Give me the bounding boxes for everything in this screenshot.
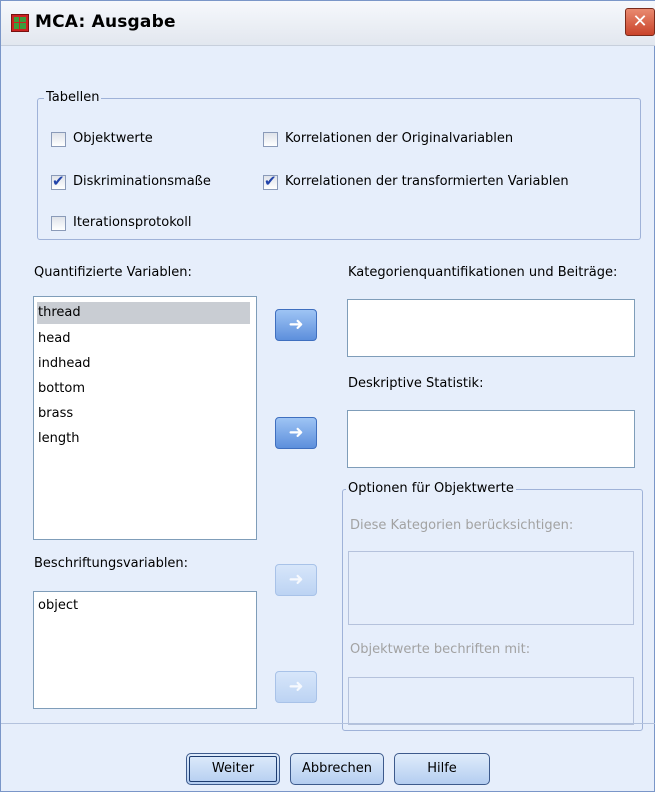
object-scores-label: Objektwerte [73, 131, 153, 146]
iteration-history-checkbox[interactable] [51, 216, 66, 231]
discrimination-measures-label: Diskriminationsmaße [73, 174, 211, 189]
move-to-descriptive-statistics-button[interactable]: ➜ [275, 417, 317, 449]
continue-button[interactable]: Weiter [186, 753, 280, 785]
list-item[interactable]: thread [37, 302, 250, 324]
category-quantifications-list[interactable] [347, 299, 635, 357]
labeling-variables-list[interactable]: object [33, 591, 257, 709]
original-correlations-label: Korrelationen der Originalvariablen [285, 131, 514, 146]
label-object-scores-by-list[interactable] [348, 677, 634, 725]
help-button[interactable]: Hilfe [394, 753, 490, 785]
app-icon [11, 14, 29, 32]
close-button[interactable]: ✕ [625, 8, 655, 36]
include-categories-list[interactable] [348, 551, 634, 625]
object-score-options-legend: Optionen für Objektwerte [346, 481, 516, 496]
list-item[interactable]: indhead [37, 353, 91, 375]
discrimination-measures-checkbox[interactable] [51, 172, 66, 190]
move-to-category-quantifications-button[interactable]: ➜ [275, 309, 317, 341]
labeling-variables-label: Beschriftungsvariablen: [34, 556, 189, 571]
list-item[interactable]: bottom [37, 378, 85, 400]
quantified-variables-label: Quantifizierte Variablen: [34, 265, 192, 280]
move-to-label-object-scores-button[interactable]: ➜ [275, 671, 317, 703]
title-bar[interactable]: MCA: Ausgabe ✕ [1, 1, 655, 46]
transformed-correlations-label: Korrelationen der transformierten Variab… [285, 174, 569, 189]
list-item[interactable]: object [37, 595, 78, 617]
include-categories-label: Diese Kategorien berücksichtigen: [350, 518, 574, 533]
category-quantifications-label: Kategorienquantifikationen und Beiträge: [348, 265, 618, 280]
original-correlations-checkbox[interactable] [263, 132, 278, 147]
iteration-history-label: Iterationsprotokoll [73, 215, 192, 230]
list-item[interactable]: length [37, 428, 79, 450]
transformed-correlations-checkbox[interactable] [263, 172, 278, 190]
window-title: MCA: Ausgabe [35, 12, 176, 32]
cancel-button[interactable]: Abbrechen [290, 753, 384, 785]
dialog-window: MCA: Ausgabe ✕ Tabellen Objektwerte Disk… [0, 0, 655, 792]
descriptive-statistics-label: Deskriptive Statistik: [348, 376, 484, 391]
label-object-scores-by-label: Objektwerte bechriften mit: [350, 642, 531, 657]
move-to-labeling-variables-button[interactable]: ➜ [275, 564, 317, 596]
quantified-variables-list[interactable]: thread head indhead bottom brass length [33, 296, 257, 540]
list-item[interactable]: head [37, 328, 70, 350]
object-scores-checkbox[interactable] [51, 132, 66, 147]
tables-group-legend: Tabellen [44, 90, 102, 105]
descriptive-statistics-list[interactable] [347, 410, 635, 468]
button-bar-divider [1, 723, 655, 724]
list-item[interactable]: brass [37, 403, 73, 425]
